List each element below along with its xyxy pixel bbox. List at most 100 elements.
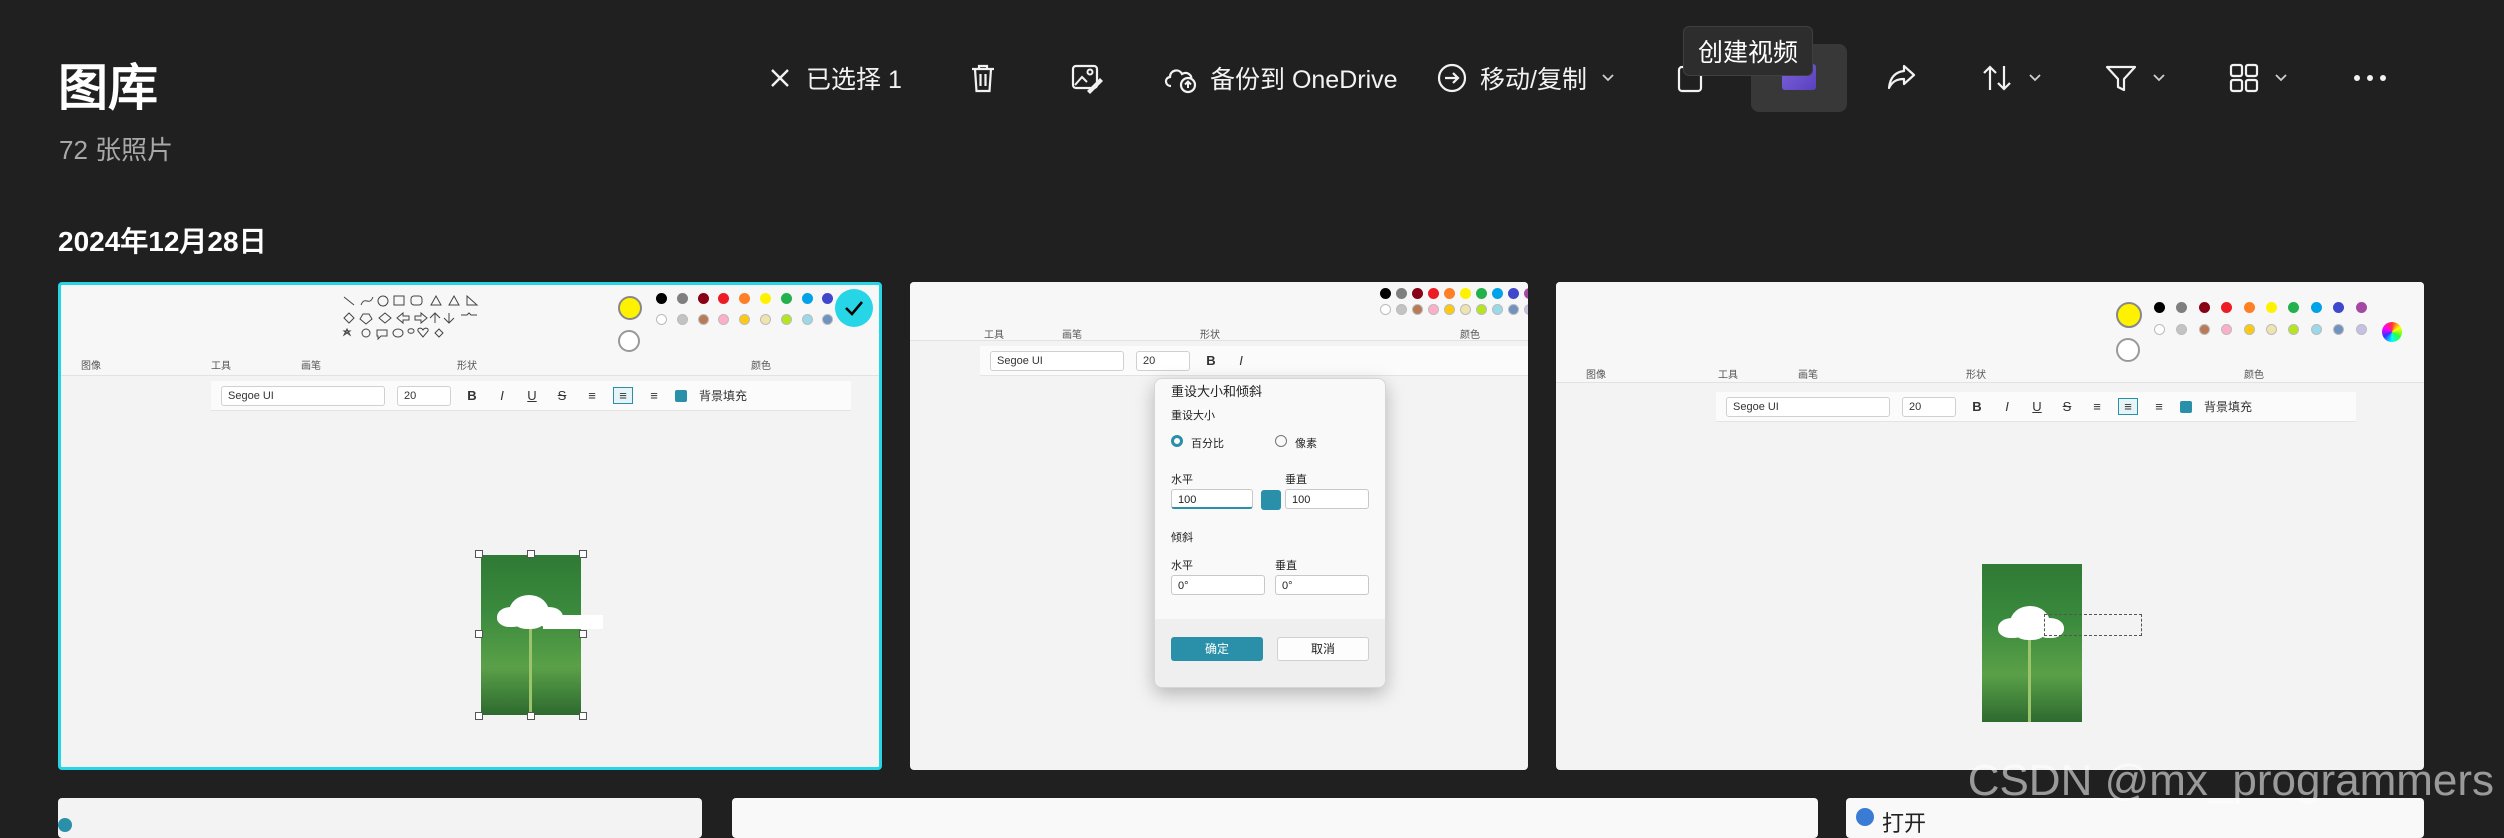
align-left-icon[interactable]: ≡ [2088,399,2106,414]
palette-swatch[interactable] [676,314,688,325]
palette-swatch[interactable] [1412,288,1423,299]
color-1-swatch[interactable] [618,296,642,320]
palette-swatch[interactable] [822,293,834,304]
palette-swatch[interactable] [2266,324,2277,335]
italic-button[interactable]: I [1232,353,1250,368]
color-picker-icon[interactable] [2382,322,2402,342]
palette-swatch[interactable] [1428,288,1439,299]
palette-swatch[interactable] [2333,324,2345,335]
italic-button[interactable]: I [1998,399,2016,414]
palette-swatch[interactable] [2198,302,2210,313]
palette-swatch[interactable] [697,314,709,325]
bold-button[interactable]: B [1202,353,1220,368]
palette-swatch[interactable] [760,314,771,325]
palette-swatch[interactable] [822,314,834,325]
italic-button[interactable]: I [493,388,511,403]
checkbox-icon[interactable] [675,389,687,402]
palette-swatch[interactable] [2243,302,2255,313]
palette-swatch[interactable] [697,293,709,304]
palette-swatch[interactable] [1492,288,1503,299]
palette-swatch[interactable] [1508,304,1519,315]
palette-swatch[interactable] [2198,324,2210,335]
bold-button[interactable]: B [463,388,481,403]
more-button[interactable] [2352,48,2388,108]
underline-button[interactable]: U [2028,399,2046,414]
font-size-dropdown[interactable]: 20 [397,385,451,406]
edit-image-button[interactable] [1070,48,1104,108]
palette-swatch[interactable] [1492,304,1503,315]
selection-checkmark[interactable] [835,289,873,327]
palette-swatch[interactable] [676,293,688,304]
palette-swatch[interactable] [760,293,771,304]
palette-swatch[interactable] [1444,288,1455,299]
sort-button[interactable] [1980,48,2042,108]
move-copy-button[interactable]: 移动/复制 [1436,48,1615,108]
palette-swatch[interactable] [2221,324,2233,335]
delete-button[interactable] [968,48,998,108]
underline-button[interactable]: U [523,388,541,403]
align-right-icon[interactable]: ≡ [645,388,663,403]
font-size-dropdown[interactable]: 20 [1902,396,1956,417]
font-name-dropdown[interactable]: Segoe UI [221,385,385,406]
align-right-icon[interactable]: ≡ [2150,399,2168,414]
color-2-swatch[interactable] [2116,338,2140,362]
photo-tile[interactable]: 工具 画笔 形状 颜色 Segoe UI 20 B I 重设大小和倾斜 重设大小… [910,282,1528,770]
palette-swatch[interactable] [2288,324,2300,335]
palette-swatch[interactable] [1524,288,1528,299]
align-center-icon[interactable]: ≡ [613,387,633,404]
palette-swatch[interactable] [1524,304,1528,315]
palette-swatch[interactable] [780,293,792,304]
font-name-dropdown[interactable]: Segoe UI [1726,396,1890,417]
palette-swatch[interactable] [2176,302,2188,313]
palette-swatch[interactable] [739,314,751,325]
skew-horizontal-input[interactable]: 0° [1171,575,1265,595]
horizontal-resize-input[interactable]: 100 [1171,489,1253,509]
palette-swatch[interactable] [1412,304,1423,315]
palette-swatch[interactable] [2333,302,2345,313]
strikethrough-button[interactable]: S [553,388,571,403]
photo-tile[interactable] [58,798,702,838]
filter-button[interactable] [2104,48,2166,108]
palette-swatch[interactable] [2310,324,2322,335]
view-button[interactable] [2228,48,2288,108]
ok-button[interactable]: 确定 [1171,637,1263,661]
align-center-icon[interactable]: ≡ [2118,398,2138,415]
photo-tile[interactable]: 图像 工具 画笔 形状 颜色 Segoe UI 20 B I U S ≡ ≡ ≡… [1556,282,2424,770]
palette-swatch[interactable] [780,314,792,325]
palette-swatch[interactable] [2154,324,2165,335]
palette-swatch[interactable] [718,293,730,304]
palette-swatch[interactable] [801,293,813,304]
palette-swatch[interactable] [1428,304,1439,315]
palette-swatch[interactable] [1508,288,1519,299]
palette-swatch[interactable] [1476,288,1487,299]
font-name-dropdown[interactable]: Segoe UI [990,350,1124,371]
text-box[interactable] [2044,614,2142,636]
strikethrough-button[interactable]: S [2058,399,2076,414]
palette-swatch[interactable] [718,314,730,325]
palette-swatch[interactable] [1444,304,1455,315]
color-1-swatch[interactable] [2116,302,2142,328]
link-aspect-button[interactable] [1261,490,1281,510]
palette-swatch[interactable] [2176,324,2188,335]
palette-swatch[interactable] [656,314,667,325]
clear-selection-button[interactable]: 已选择 1 [766,48,902,108]
palette-swatch[interactable] [2288,302,2300,313]
checkbox-icon[interactable] [2180,400,2192,413]
cancel-button[interactable]: 取消 [1277,637,1369,661]
palette-swatch[interactable] [1396,288,1407,299]
percent-radio[interactable] [1171,435,1183,447]
palette-swatch[interactable] [1460,304,1471,315]
color-2-swatch[interactable] [618,330,640,352]
palette-swatch[interactable] [801,314,813,325]
bold-button[interactable]: B [1968,399,1986,414]
font-size-dropdown[interactable]: 20 [1136,350,1190,371]
palette-swatch[interactable] [2355,302,2367,313]
palette-swatch[interactable] [2221,302,2233,313]
skew-vertical-input[interactable]: 0° [1275,575,1369,595]
backup-onedrive-button[interactable]: 备份到 OneDrive [1162,48,1398,108]
palette-swatch[interactable] [1460,288,1471,299]
palette-swatch[interactable] [656,293,667,304]
palette-swatch[interactable] [1396,304,1407,315]
vertical-resize-input[interactable]: 100 [1285,489,1369,509]
palette-swatch[interactable] [739,293,751,304]
